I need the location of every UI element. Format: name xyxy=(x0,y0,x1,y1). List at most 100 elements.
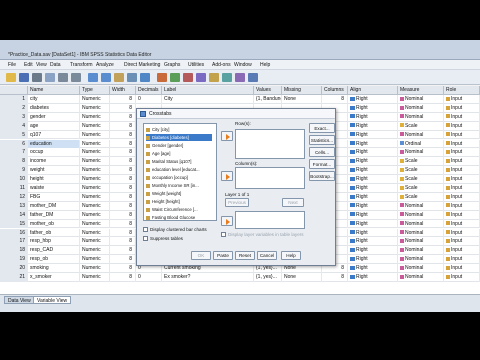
cell-type[interactable]: Numeric xyxy=(80,95,110,104)
row-number[interactable]: 17 xyxy=(0,237,28,247)
cell-role[interactable]: Input xyxy=(444,139,480,149)
variables-icon[interactable] xyxy=(114,73,124,82)
undo-icon[interactable] xyxy=(58,73,68,82)
cell-width[interactable]: 8 xyxy=(110,237,136,247)
cell-cols[interactable]: 8 xyxy=(322,95,348,104)
cell-name[interactable]: father_DM xyxy=(28,210,80,220)
cell-align[interactable]: Right xyxy=(348,246,398,256)
cell-width[interactable]: 8 xyxy=(110,148,136,158)
move-to-layer-button[interactable] xyxy=(221,216,233,226)
cell-align[interactable]: Right xyxy=(348,157,398,167)
cell-name[interactable]: income xyxy=(28,157,80,167)
cell-measure[interactable]: Scale xyxy=(398,175,444,184)
cell-measure[interactable]: Nominal xyxy=(398,219,444,229)
menu-help[interactable]: Help xyxy=(260,62,270,68)
cell-align[interactable]: Right xyxy=(348,264,398,273)
cell-type[interactable]: Numeric xyxy=(80,121,110,131)
row-number[interactable]: 16 xyxy=(0,228,28,238)
row-number[interactable]: 6 xyxy=(0,139,28,149)
cell-measure[interactable]: Nominal xyxy=(398,210,444,220)
format-button[interactable]: Format... xyxy=(309,159,335,169)
cell-role[interactable]: Input xyxy=(444,219,480,229)
cell-name[interactable]: q107 xyxy=(28,130,80,140)
row-number[interactable]: 5 xyxy=(0,130,28,140)
statistics-button[interactable]: Statistics... xyxy=(309,135,335,145)
cell-type[interactable]: Numeric xyxy=(80,228,110,238)
row-number[interactable]: 10 xyxy=(0,175,28,184)
variable-list-item[interactable]: Monthly Income SR [in... xyxy=(146,182,212,189)
row-number[interactable]: 14 xyxy=(0,210,28,220)
cell-cols[interactable]: 8 xyxy=(322,273,348,282)
cell-name[interactable]: father_ob xyxy=(28,228,80,238)
cell-values[interactable]: {1, yes}... xyxy=(254,273,282,282)
cell-role[interactable]: Input xyxy=(444,228,480,238)
bootstrap-button[interactable]: Bootstrap... xyxy=(309,171,335,181)
cell-type[interactable]: Numeric xyxy=(80,192,110,202)
cell-label[interactable]: City xyxy=(162,95,254,104)
cell-measure[interactable]: Nominal xyxy=(398,148,444,158)
cell-align[interactable]: Right xyxy=(348,139,398,149)
cell-role[interactable]: Input xyxy=(444,246,480,256)
variable-list-item[interactable]: Fasting Blood Glucose xyxy=(146,214,212,221)
cell-measure[interactable]: Nominal xyxy=(398,201,444,211)
row-number[interactable]: 3 xyxy=(0,112,28,122)
cell-align[interactable]: Right xyxy=(348,112,398,122)
dialog-recall-icon[interactable] xyxy=(45,73,55,82)
tab-variable-view[interactable]: Variable View xyxy=(33,296,72,304)
cell-role[interactable]: Input xyxy=(444,157,480,167)
help-button[interactable]: Help xyxy=(281,251,301,260)
cell-type[interactable]: Numeric xyxy=(80,130,110,140)
row-number[interactable]: 15 xyxy=(0,219,28,229)
next-button[interactable]: Next xyxy=(282,198,304,207)
variable-list-item[interactable]: Weight [weight] xyxy=(146,190,212,197)
cell-measure[interactable]: Nominal xyxy=(398,273,444,282)
cell-type[interactable]: Numeric xyxy=(80,219,110,229)
redo-icon[interactable] xyxy=(71,73,81,82)
cell-type[interactable]: Numeric xyxy=(80,264,110,273)
cell-width[interactable]: 8 xyxy=(110,201,136,211)
reset-button[interactable]: Reset xyxy=(235,251,255,260)
split-file-icon[interactable] xyxy=(170,73,180,82)
cell-align[interactable]: Right xyxy=(348,175,398,184)
variable-list-item[interactable]: occupation [occup] xyxy=(146,174,212,181)
column-header-width[interactable]: Width xyxy=(110,86,136,95)
cell-measure[interactable]: Nominal xyxy=(398,255,444,265)
cell-role[interactable]: Input xyxy=(444,166,480,176)
row-number[interactable]: 1 xyxy=(0,95,28,104)
cell-measure[interactable]: Nominal xyxy=(398,264,444,273)
row-number[interactable]: 8 xyxy=(0,157,28,167)
menu-add-ons[interactable]: Add-ons xyxy=(212,62,231,68)
cell-align[interactable]: Right xyxy=(348,255,398,265)
variable-list-item[interactable]: Marital Status [q107] xyxy=(146,158,212,165)
cell-name[interactable]: occup xyxy=(28,148,80,158)
menu-edit[interactable]: Edit xyxy=(24,62,33,68)
cell-name[interactable]: gender xyxy=(28,112,80,122)
ok-button[interactable]: OK xyxy=(191,251,211,260)
move-to-columns-button[interactable] xyxy=(221,171,233,181)
row-number[interactable]: 4 xyxy=(0,121,28,131)
menu-utilities[interactable]: Utilities xyxy=(188,62,204,68)
cell-align[interactable]: Right xyxy=(348,237,398,247)
cell-role[interactable]: Input xyxy=(444,95,480,104)
row-number[interactable]: 7 xyxy=(0,148,28,158)
cell-width[interactable]: 8 xyxy=(110,130,136,140)
goto-variable-icon[interactable] xyxy=(101,73,111,82)
cell-align[interactable]: Right xyxy=(348,210,398,220)
insert-variable-icon[interactable] xyxy=(157,73,167,82)
show-sets-icon[interactable] xyxy=(235,73,245,82)
cell-values[interactable]: {1, Bandung} xyxy=(254,95,282,104)
cell-align[interactable]: Right xyxy=(348,121,398,131)
cell-width[interactable]: 8 xyxy=(110,157,136,167)
cell-name[interactable]: education xyxy=(28,139,80,149)
cell-missing[interactable]: None xyxy=(282,273,322,282)
cell-align[interactable]: Right xyxy=(348,95,398,104)
cell-name[interactable]: height xyxy=(28,175,80,184)
menu-window[interactable]: Window xyxy=(234,62,252,68)
cell-role[interactable]: Input xyxy=(444,112,480,122)
cell-width[interactable]: 8 xyxy=(110,166,136,176)
cell-name[interactable]: waiste xyxy=(28,184,80,193)
row-number[interactable]: 11 xyxy=(0,184,28,193)
row-number[interactable]: 9 xyxy=(0,166,28,176)
row-number[interactable]: 2 xyxy=(0,103,28,113)
cell-name[interactable]: weight xyxy=(28,166,80,176)
